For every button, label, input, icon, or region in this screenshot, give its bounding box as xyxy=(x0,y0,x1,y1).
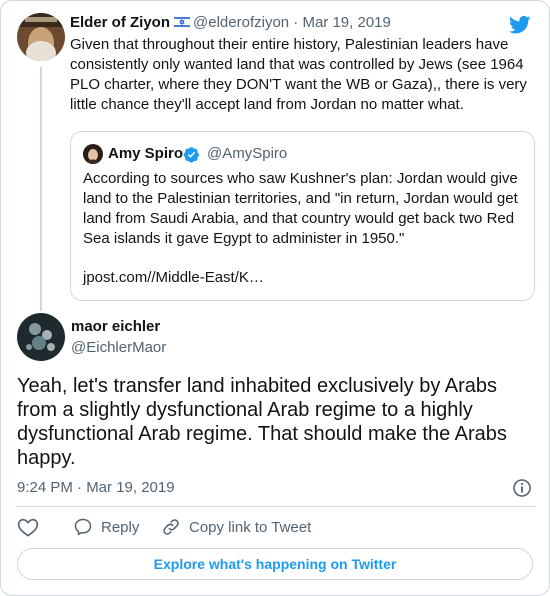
amy-spiro-avatar xyxy=(83,144,103,164)
main-author-name[interactable]: maor eichler xyxy=(71,317,160,337)
thread-connector-line xyxy=(40,67,42,311)
heart-icon xyxy=(17,518,39,537)
meta-separator: · xyxy=(293,14,299,31)
parent-tweet-body: Elder of Ziyon @elderofziyon · Mar 19, 20… xyxy=(70,13,535,115)
explore-twitter-button[interactable]: Explore what's happening on Twitter xyxy=(17,548,533,580)
parent-tweet-header: Elder of Ziyon @elderofziyon · Mar 19, 20… xyxy=(70,13,535,33)
quoted-author-name: Amy Spiro xyxy=(108,145,184,162)
reply-icon xyxy=(74,518,92,536)
embedded-tweet-card: Elder of Ziyon @elderofziyon · Mar 19, 20… xyxy=(0,0,550,596)
link-icon xyxy=(163,519,179,535)
israel-flag-icon xyxy=(174,16,191,28)
main-author-handle[interactable]: @EichlerMaor xyxy=(71,338,166,358)
elder-of-ziyon-avatar[interactable] xyxy=(17,13,65,61)
verified-badge-icon xyxy=(183,147,199,163)
copy-link-button[interactable]: Copy link to Tweet xyxy=(161,515,311,539)
tweet-actions: Reply Copy link to Tweet xyxy=(17,515,311,539)
action-divider xyxy=(17,506,535,507)
reply-button[interactable]: Reply xyxy=(73,515,161,539)
info-icon[interactable] xyxy=(512,478,532,498)
quoted-tweet-link[interactable]: jpost.com//Middle-East/K… xyxy=(83,268,264,288)
quoted-author-handle: @AmySpiro xyxy=(207,145,288,162)
quoted-tweet-text: According to sources who saw Kushner's p… xyxy=(83,170,518,247)
parent-tweet-text: Given that throughout their entire histo… xyxy=(70,36,527,113)
main-tweet-text: Yeah, let's transfer land inhabited excl… xyxy=(17,375,507,469)
copy-link-label: Copy link to Tweet xyxy=(189,518,312,536)
tweet-date[interactable]: Mar 19, 2019 xyxy=(302,14,390,31)
maor-eichler-avatar[interactable] xyxy=(17,313,65,361)
tweet-timestamp[interactable]: 9:24 PM · Mar 19, 2019 xyxy=(17,478,175,498)
author-name[interactable]: Elder of Ziyon xyxy=(70,14,170,31)
reply-label: Reply xyxy=(101,518,140,536)
author-handle[interactable]: @elderofziyon xyxy=(193,14,289,31)
quoted-tweet[interactable]: Amy Spiro @AmySpiro According to sources… xyxy=(70,131,535,301)
like-button[interactable] xyxy=(17,515,73,539)
